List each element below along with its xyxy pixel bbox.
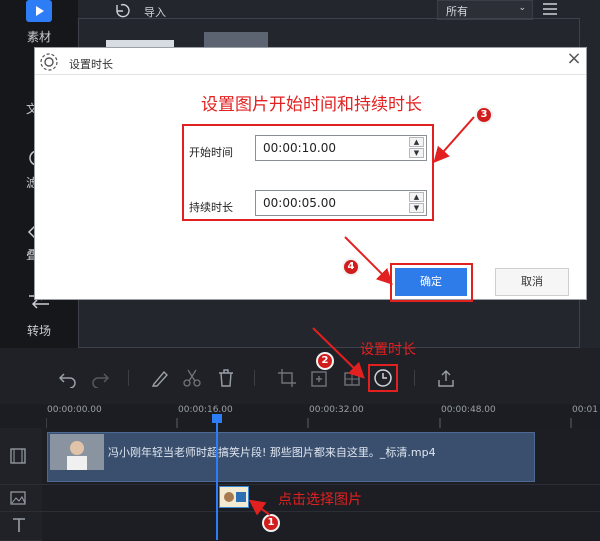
annotation-badge-1: 1: [262, 514, 280, 532]
ruler-tick-label: 00:00:00.00: [47, 405, 102, 415]
mosaic-icon[interactable]: [342, 368, 362, 388]
image-track-header: [0, 485, 42, 512]
text-icon: [11, 517, 27, 537]
text-track-header: [0, 512, 42, 541]
trash-icon[interactable]: [216, 368, 236, 388]
sidebar-item-transition[interactable]: 转场: [0, 322, 78, 339]
stepper: ▲ ▼: [409, 192, 424, 214]
ruler-ticks: [46, 418, 572, 428]
media-icon[interactable]: [26, 0, 52, 22]
image-clip[interactable]: [219, 486, 249, 508]
export-icon[interactable]: [436, 368, 456, 388]
gear-icon: [39, 52, 59, 76]
track-divider: [0, 511, 600, 512]
ruler-tick-label: 00:00:48.00: [441, 405, 496, 415]
duration-label: 持续时长: [189, 201, 233, 214]
start-time-input[interactable]: 00:00:10.00 ▲ ▼: [255, 135, 427, 161]
scissors-icon[interactable]: [182, 368, 202, 388]
film-icon: [10, 448, 26, 468]
chevron-down-icon: ⌄: [518, 3, 526, 13]
annotation-select-image-note: 点击选择图片: [278, 492, 362, 508]
zoom-icon[interactable]: [310, 368, 330, 388]
filter-dropdown[interactable]: 所有 ⌄: [437, 0, 533, 20]
annotation-set-duration-note: 设置时长: [360, 342, 416, 358]
sidebar-item-media[interactable]: 素材: [0, 28, 78, 45]
video-clip-thumbnail: [50, 434, 104, 470]
sidebar-item-label: 素材: [26, 30, 51, 44]
annotation-badge-3: 3: [475, 106, 493, 124]
image-icon: [10, 490, 26, 509]
undo-icon[interactable]: [58, 368, 78, 389]
crop-icon[interactable]: [277, 368, 297, 388]
chevron-up-icon[interactable]: ▲: [409, 192, 424, 202]
annotation-dialog-note: 设置图片开始时间和持续时长: [201, 95, 422, 115]
playhead-handle[interactable]: [212, 414, 222, 423]
track-divider: [0, 484, 600, 485]
close-icon[interactable]: ×: [565, 50, 583, 68]
toolbar-divider: [414, 370, 415, 386]
duration-input[interactable]: 00:00:05.00 ▲ ▼: [255, 190, 427, 216]
video-track-header: [0, 428, 42, 485]
annotation-badge-2: 2: [316, 352, 334, 370]
dialog-title: 设置时长: [69, 58, 113, 71]
ruler-tick-label: 00:01: [572, 405, 598, 415]
duration-value: 00:00:05.00: [263, 196, 336, 210]
start-time-value: 00:00:10.00: [263, 141, 336, 155]
sidebar-item-label: 转场: [26, 324, 51, 338]
set-duration-dialog: 设置时长 × 设置图片开始时间和持续时长 开始时间 00:00:10.00 ▲ …: [34, 47, 587, 302]
toolbar-divider: [128, 370, 129, 386]
title-divider: [35, 74, 586, 75]
start-time-label: 开始时间: [189, 146, 233, 159]
clock-icon[interactable]: [373, 368, 393, 388]
playhead[interactable]: [216, 414, 218, 540]
cancel-button[interactable]: 取消: [495, 268, 569, 296]
ok-button[interactable]: 确定: [395, 268, 467, 296]
ruler-tick-label: 00:00:32.00: [309, 405, 364, 415]
chevron-down-icon[interactable]: ▼: [409, 203, 424, 213]
filter-dropdown-value: 所有: [446, 5, 468, 18]
annotation-badge-4: 4: [342, 258, 360, 276]
chevron-down-icon[interactable]: ▼: [409, 148, 424, 158]
video-clip-label: 冯小刚年轻当老师时超搞笑片段! 那些图片都来自这里。_标清.mp4: [108, 446, 436, 459]
media-thumbnail[interactable]: [204, 32, 268, 48]
ruler-tick-label: 00:00:16.00: [178, 405, 233, 415]
stepper: ▲ ▼: [409, 137, 424, 159]
list-icon[interactable]: [541, 1, 559, 17]
chevron-up-icon[interactable]: ▲: [409, 137, 424, 147]
toolbar-divider: [254, 370, 255, 386]
redo-icon[interactable]: [90, 368, 110, 389]
pen-icon[interactable]: [150, 368, 170, 388]
